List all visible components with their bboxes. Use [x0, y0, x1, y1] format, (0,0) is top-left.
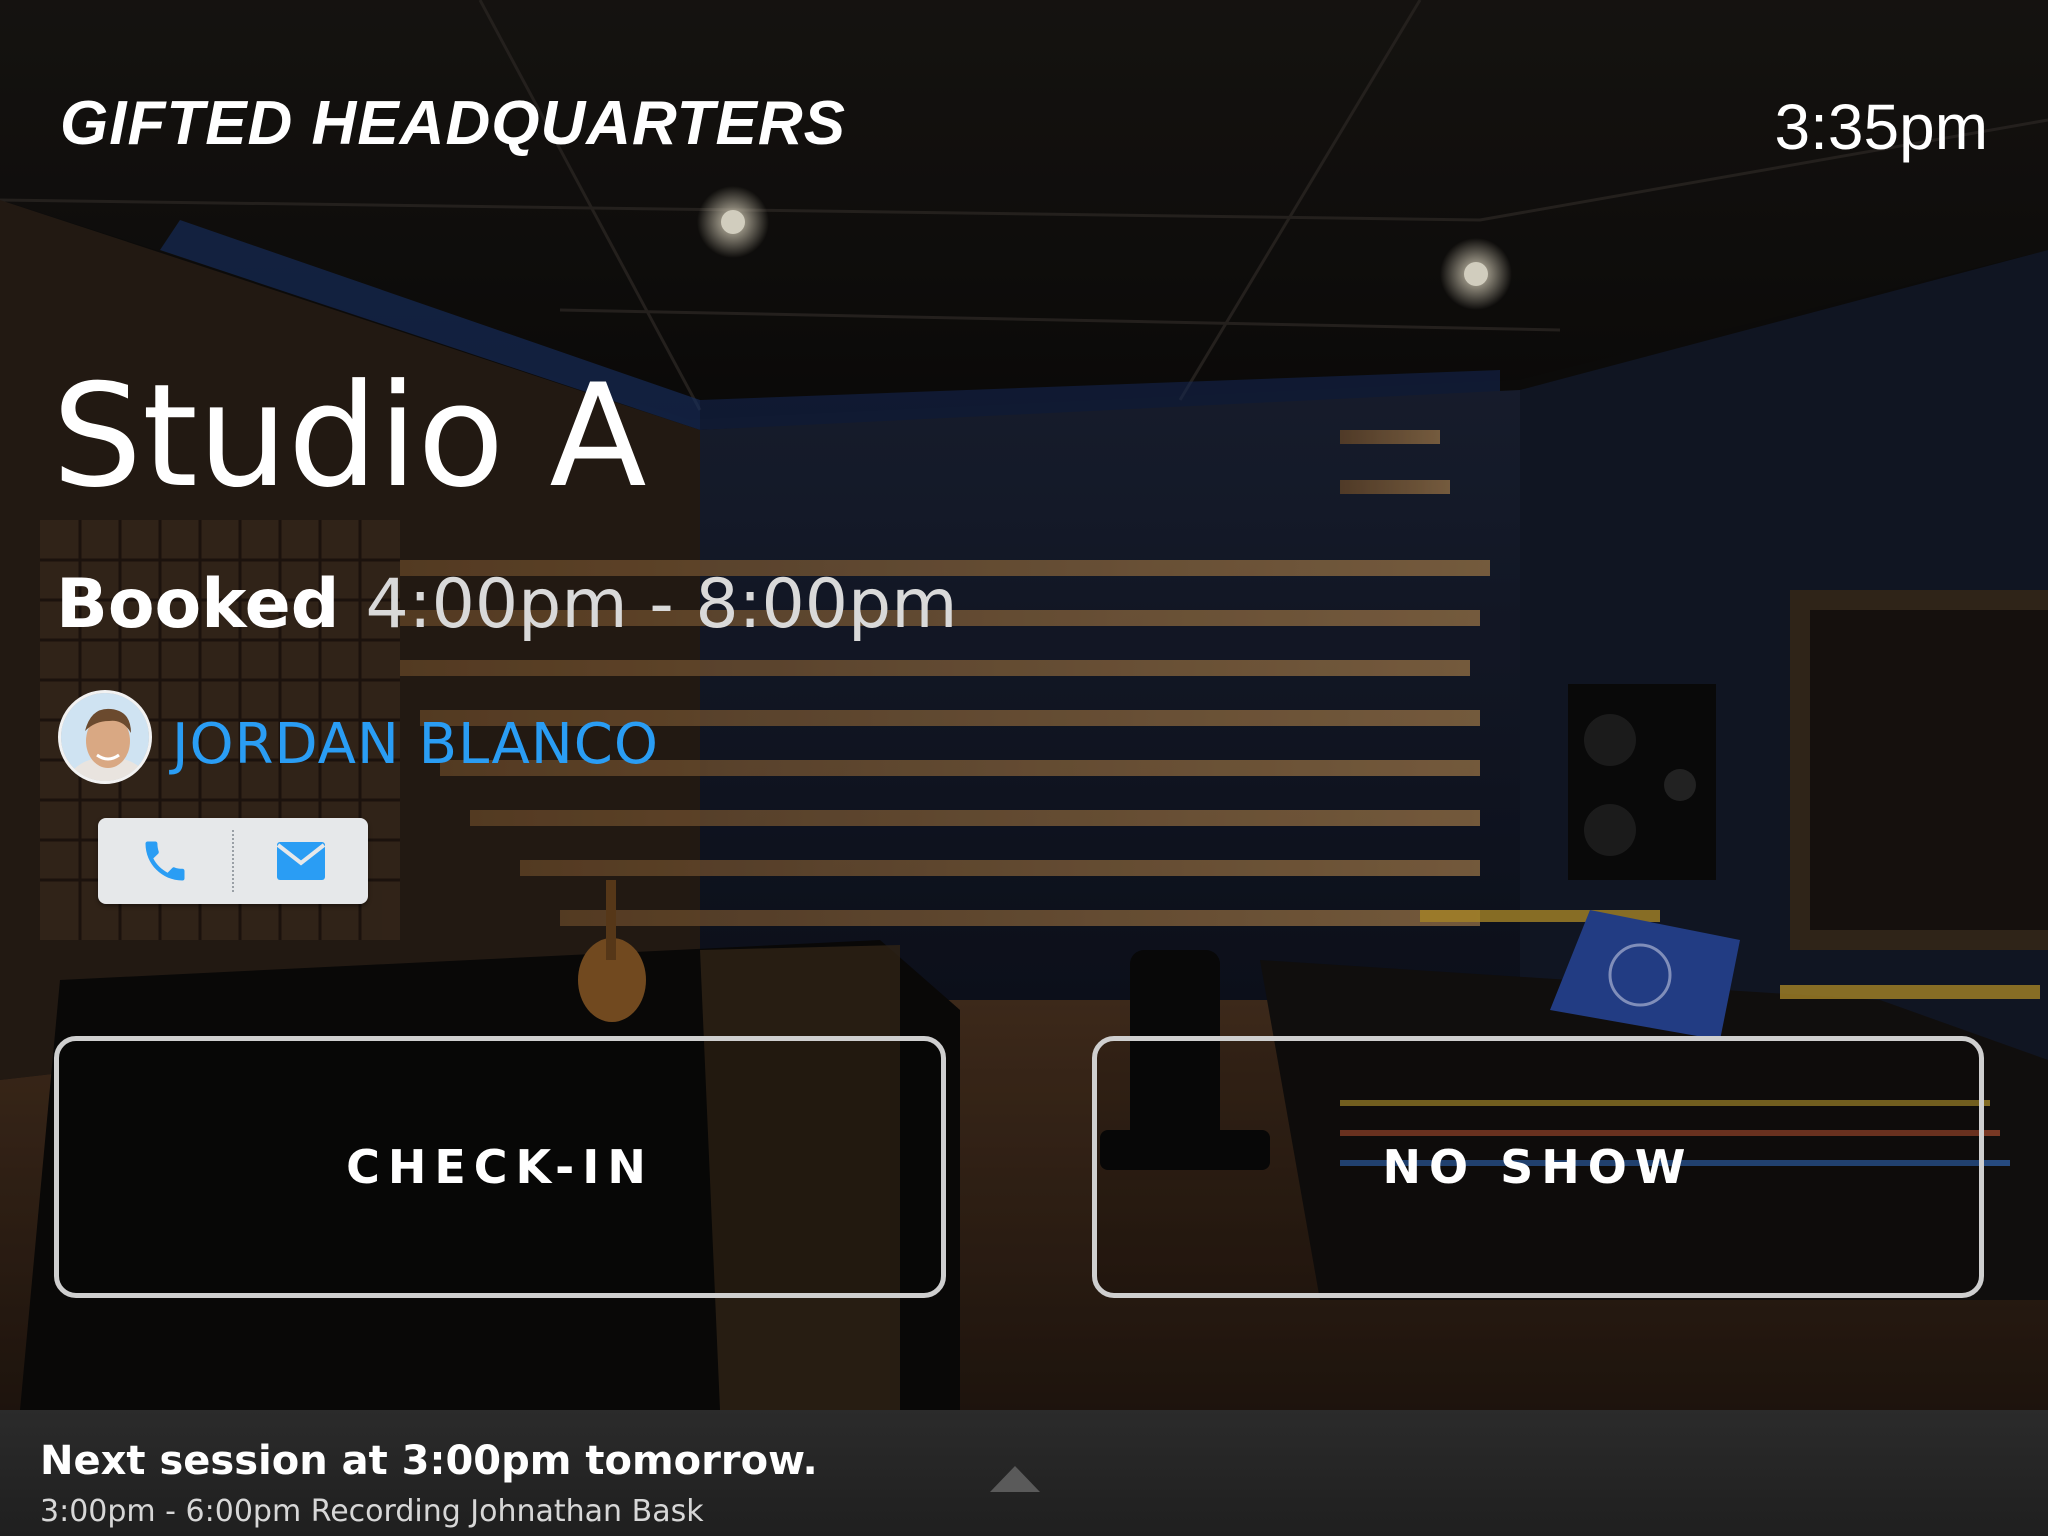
- no-show-button[interactable]: NO SHOW: [1092, 1036, 1984, 1298]
- booking-time-range: 4:00pm - 8:00pm: [365, 565, 958, 644]
- contact-actions: [98, 818, 368, 904]
- check-in-button[interactable]: CHECK-IN: [54, 1036, 946, 1298]
- booking-status: Booked: [56, 565, 340, 644]
- venue-title: GIFTED HEADQUARTERS: [60, 89, 847, 158]
- room-name: Studio A: [52, 354, 647, 519]
- email-client-button[interactable]: [234, 818, 368, 904]
- next-session-title: Next session at 3:00pm tomorrow.: [40, 1438, 818, 1484]
- chevron-up-icon[interactable]: [988, 1464, 1042, 1494]
- client-name-link[interactable]: JORDAN BLANCO: [172, 712, 659, 777]
- client-avatar[interactable]: [58, 690, 152, 784]
- next-session-footer[interactable]: Next session at 3:00pm tomorrow. 3:00pm …: [0, 1410, 2048, 1536]
- mail-icon: [276, 842, 326, 880]
- next-session-detail: 3:00pm - 6:00pm Recording Johnathan Bask: [40, 1494, 704, 1529]
- current-time: 3:35pm: [1774, 91, 1988, 163]
- booking-info: Booked 4:00pm - 8:00pm: [56, 565, 957, 644]
- call-client-button[interactable]: [98, 818, 232, 904]
- phone-icon: [145, 841, 185, 881]
